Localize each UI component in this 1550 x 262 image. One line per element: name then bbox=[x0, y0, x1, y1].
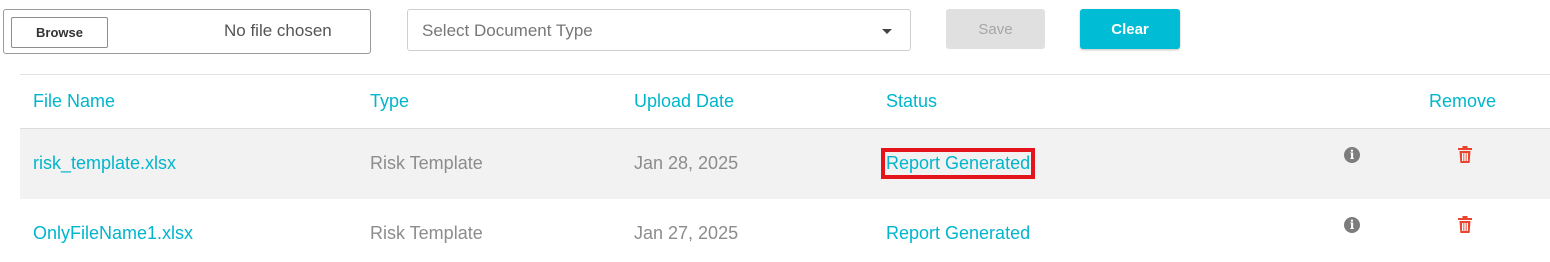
uploaded-files-table: File Name Type Upload Date Status Remove… bbox=[20, 74, 1550, 262]
document-type-select[interactable]: Select Document Type bbox=[407, 9, 911, 51]
caret-down-icon bbox=[882, 29, 892, 34]
table-row: risk_template.xlsx Risk Template Jan 28,… bbox=[20, 129, 1550, 199]
file-type: Risk Template bbox=[370, 223, 483, 243]
file-status-text: No file chosen bbox=[224, 21, 332, 40]
document-type-placeholder: Select Document Type bbox=[422, 21, 593, 40]
file-type: Risk Template bbox=[370, 153, 483, 173]
file-name-link[interactable]: risk_template.xlsx bbox=[33, 153, 176, 174]
table-row: OnlyFileName1.xlsx Risk Template Jan 27,… bbox=[20, 199, 1550, 262]
trash-icon[interactable] bbox=[1458, 216, 1472, 233]
file-picker[interactable]: Browse No file chosen bbox=[3, 9, 371, 54]
table-header-row: File Name Type Upload Date Status Remove bbox=[20, 74, 1550, 129]
browse-button[interactable]: Browse bbox=[11, 17, 108, 48]
info-circle-icon[interactable]: i bbox=[1344, 147, 1360, 163]
status-link[interactable]: Report Generated bbox=[886, 223, 1030, 244]
info-circle-icon[interactable]: i bbox=[1344, 217, 1360, 233]
upload-date: Jan 28, 2025 bbox=[634, 153, 739, 173]
header-file-name[interactable]: File Name bbox=[33, 91, 115, 112]
status-link[interactable]: Report Generated bbox=[880, 148, 1036, 179]
trash-icon[interactable] bbox=[1458, 146, 1472, 163]
clear-button[interactable]: Clear bbox=[1080, 9, 1180, 49]
save-button[interactable]: Save bbox=[946, 9, 1045, 49]
header-status[interactable]: Status bbox=[886, 91, 937, 112]
header-type[interactable]: Type bbox=[370, 91, 409, 112]
file-name-link[interactable]: OnlyFileName1.xlsx bbox=[33, 223, 193, 244]
header-remove: Remove bbox=[1429, 91, 1497, 111]
document-upload-page: Browse No file chosen Select Document Ty… bbox=[0, 0, 1550, 262]
upload-date: Jan 27, 2025 bbox=[634, 223, 739, 243]
header-upload-date[interactable]: Upload Date bbox=[634, 91, 734, 112]
